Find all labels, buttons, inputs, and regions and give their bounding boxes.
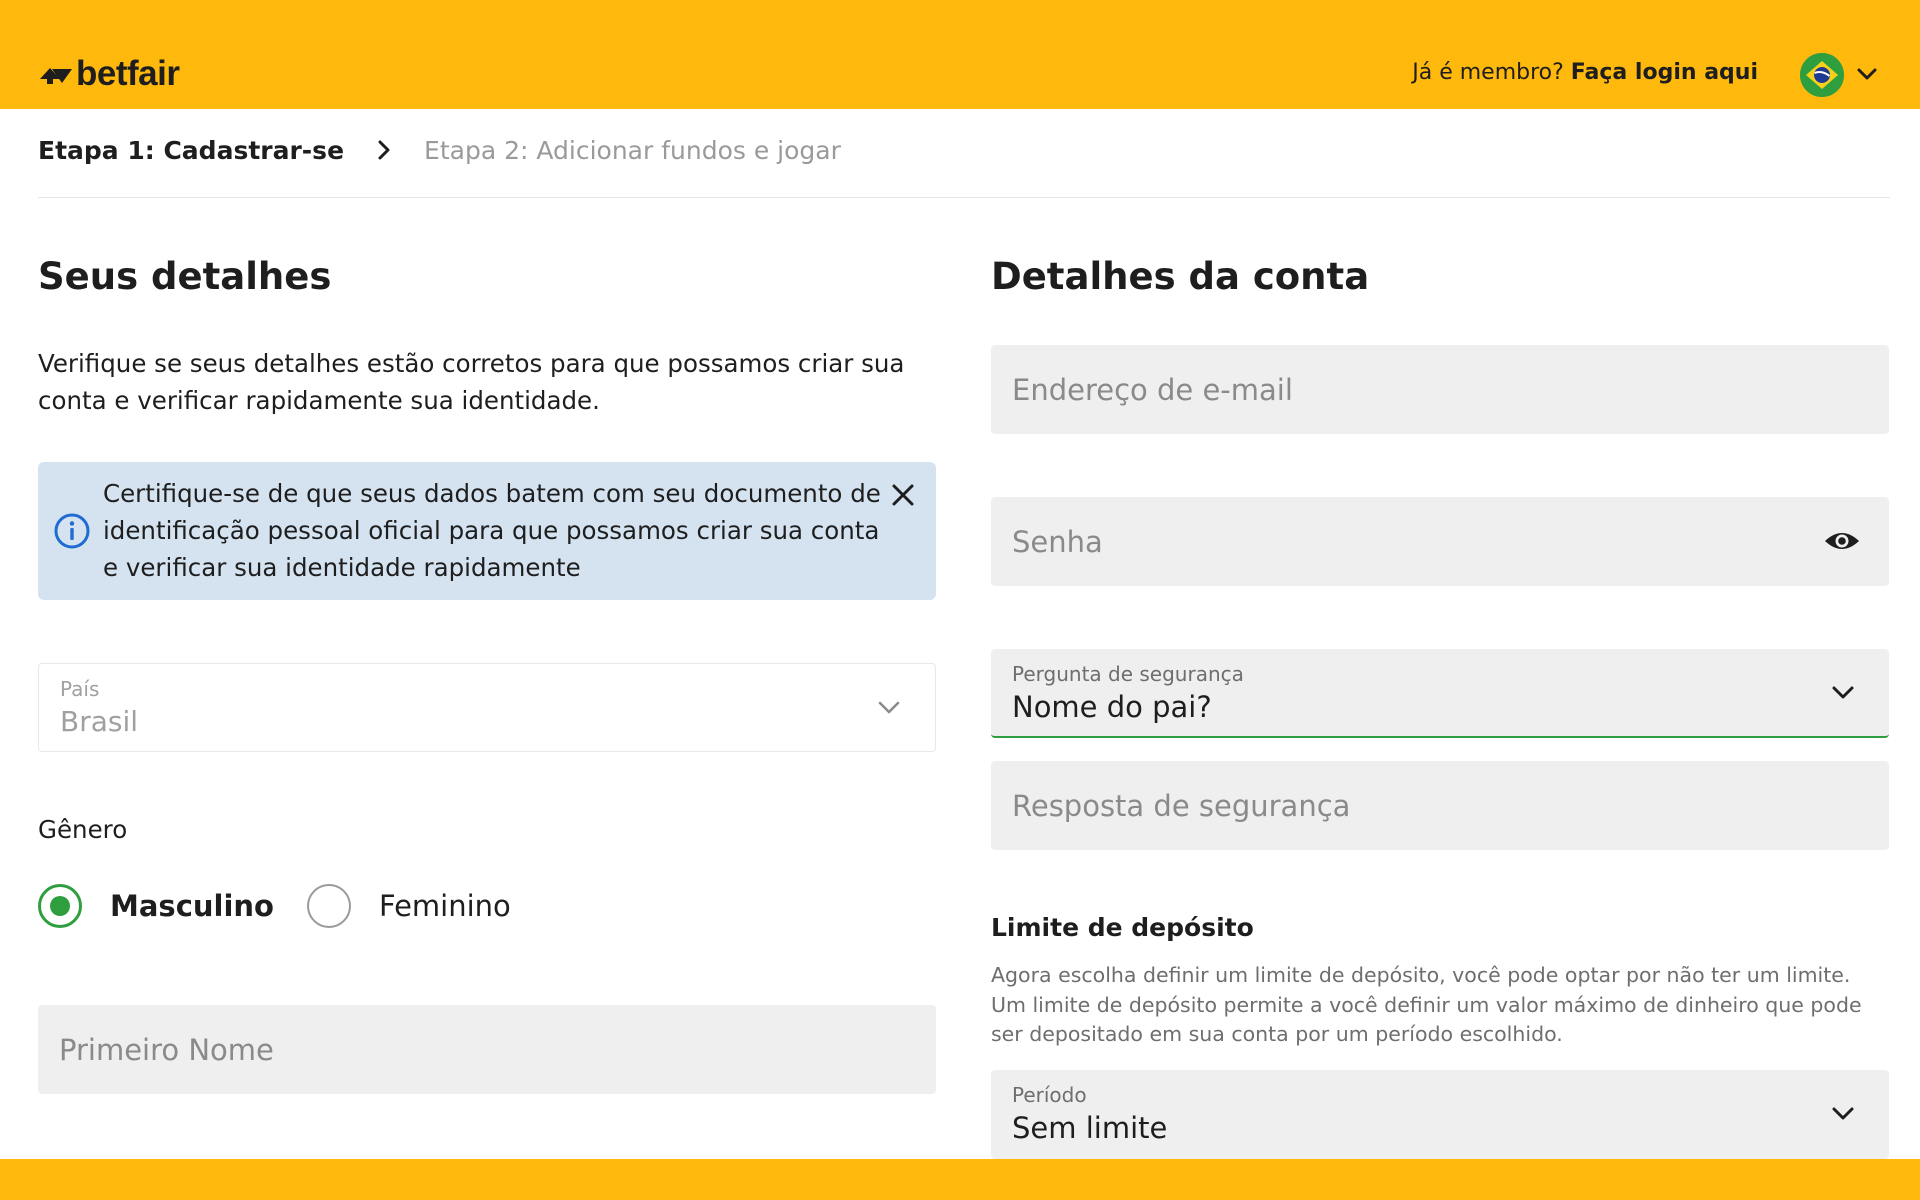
betfair-logo[interactable]: betfair (38, 54, 180, 93)
country-label: País (60, 677, 100, 701)
email-input[interactable] (991, 345, 1889, 434)
gender-radio-male[interactable]: Masculino (38, 883, 274, 929)
gender-radio-female[interactable]: Feminino (307, 883, 511, 929)
security-answer-input[interactable] (991, 761, 1889, 850)
bottom-bar (0, 1159, 1920, 1200)
breadcrumb-divider (38, 197, 1890, 198)
deposit-period-select[interactable]: Período Sem limite (991, 1070, 1889, 1159)
brazil-flag-icon[interactable] (1800, 53, 1844, 97)
password-field[interactable] (991, 497, 1889, 586)
chevron-down-icon (1832, 1107, 1854, 1120)
gender-option-label: Feminino (379, 889, 511, 923)
breadcrumb: Etapa 1: Cadastrar-se Etapa 2: Adicionar… (38, 132, 841, 168)
brand-name: betfair (76, 54, 180, 93)
close-icon[interactable] (888, 480, 918, 510)
your-details-intro: Verifique se seus detalhes estão correto… (38, 349, 905, 415)
first-name-input[interactable] (38, 1005, 936, 1094)
top-header: betfair Já é membro? Faça login aqui (0, 0, 1920, 109)
member-question: Já é membro? (1412, 60, 1564, 85)
betfair-logo-icon (40, 67, 72, 84)
email-field[interactable] (991, 345, 1889, 434)
alert-message: Certifique-se de que seus dados batem co… (103, 479, 881, 582)
account-details-title: Detalhes da conta (991, 255, 1370, 298)
gender-label: Gênero (38, 815, 128, 844)
your-details-title: Seus detalhes (38, 255, 332, 298)
country-value: Brasil (60, 705, 139, 738)
breadcrumb-step-1: Etapa 1: Cadastrar-se (38, 135, 345, 165)
deposit-limit-title: Limite de depósito (991, 913, 1254, 942)
security-question-value: Nome do pai? (1012, 690, 1212, 724)
radio-checked-icon[interactable] (38, 884, 82, 928)
password-input[interactable] (991, 497, 1889, 586)
chevron-down-icon (878, 701, 900, 714)
first-name-field[interactable] (38, 1005, 936, 1094)
chevron-down-icon (1832, 686, 1854, 699)
country-select[interactable]: País Brasil (38, 663, 936, 752)
deposit-limit-help: Agora escolha definir um limite de depós… (991, 963, 1862, 1046)
eye-icon[interactable] (1823, 527, 1861, 555)
login-link[interactable]: Faça login aqui (1571, 60, 1758, 85)
language-chevron-down-icon[interactable] (1856, 64, 1878, 84)
radio-unchecked-icon[interactable] (307, 884, 351, 928)
security-answer-field[interactable] (991, 761, 1889, 850)
gender-option-label: Masculino (110, 889, 274, 923)
deposit-period-value: Sem limite (1012, 1111, 1168, 1145)
breadcrumb-step-2: Etapa 2: Adicionar fundos e jogar (424, 135, 841, 165)
deposit-period-label: Período (1012, 1083, 1087, 1107)
chevron-right-icon (378, 140, 390, 160)
security-question-label: Pergunta de segurança (1012, 662, 1244, 686)
id-match-alert: Certifique-se de que seus dados batem co… (38, 462, 936, 600)
info-icon (54, 513, 90, 549)
login-prompt: Já é membro? Faça login aqui (1412, 60, 1758, 85)
security-question-select[interactable]: Pergunta de segurança Nome do pai? (991, 649, 1889, 738)
